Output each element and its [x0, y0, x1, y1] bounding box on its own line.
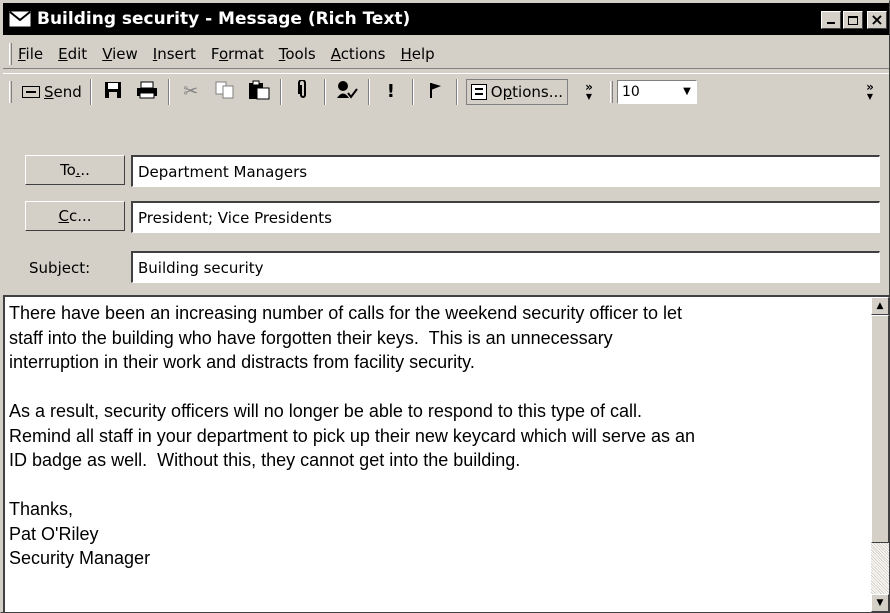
- toolbar-separator: [367, 78, 370, 105]
- save-button[interactable]: [100, 79, 126, 105]
- send-label: Send: [44, 82, 82, 101]
- toolbar-separator: [411, 78, 414, 105]
- maximize-icon: [848, 15, 858, 25]
- toolbar-grip[interactable]: [9, 80, 12, 103]
- menu-view[interactable]: View: [102, 45, 138, 63]
- cc-button[interactable]: Cc...: [25, 201, 125, 231]
- scroll-up-button[interactable]: ▲: [871, 297, 889, 315]
- chevron-up-icon: ▲: [876, 301, 884, 311]
- font-size-select[interactable]: 10 ▼: [617, 79, 697, 104]
- toolbar-overflow-button[interactable]: » ▼: [576, 79, 602, 105]
- to-field[interactable]: Department Managers: [131, 155, 880, 187]
- chevron-down-icon: ▼: [866, 91, 874, 101]
- title-bar[interactable]: Building security - Message (Rich Text) …: [3, 3, 889, 35]
- toolbar-overflow-icon: »: [866, 79, 874, 94]
- menu-file[interactable]: File: [18, 45, 43, 63]
- scroll-thumb[interactable]: [871, 315, 889, 543]
- menu-tools[interactable]: Tools: [279, 45, 316, 63]
- scroll-track[interactable]: [871, 543, 889, 594]
- flag-button[interactable]: [422, 79, 448, 105]
- copy-button[interactable]: [212, 79, 238, 105]
- check-names-icon: [335, 80, 359, 104]
- save-icon: [104, 81, 122, 103]
- envelope-icon: [9, 11, 31, 27]
- toolbar-separator: [167, 78, 170, 105]
- menu-help[interactable]: Help: [400, 45, 434, 63]
- cut-button[interactable]: ✂: [178, 79, 204, 105]
- paste-icon: [248, 80, 270, 104]
- toolbar-separator: [89, 78, 92, 105]
- attach-button[interactable]: [290, 78, 316, 105]
- to-button-label: To...: [60, 161, 90, 179]
- importance-high-button[interactable]: !: [378, 79, 404, 105]
- send-icon: [22, 85, 40, 98]
- options-label: Options...: [490, 82, 563, 101]
- send-button[interactable]: Send: [22, 79, 82, 105]
- chevron-down-icon: ▼: [876, 598, 884, 608]
- standard-toolbar: Send ✂ ! Options... » ▼ 10 ▼ » ▼: [3, 73, 889, 109]
- menu-grip[interactable]: [9, 42, 12, 65]
- chevron-down-icon: ▼: [683, 86, 691, 97]
- message-body[interactable]: There have been an increasing number of …: [3, 295, 889, 612]
- subject-field[interactable]: Building security: [131, 251, 880, 283]
- chevron-down-icon: ▼: [585, 91, 593, 101]
- options-icon: [470, 83, 487, 100]
- menu-format[interactable]: Format: [211, 45, 264, 63]
- minimize-icon: [827, 22, 835, 24]
- copy-icon: [215, 81, 235, 103]
- close-icon: ×: [870, 10, 884, 29]
- toolbar-separator: [323, 78, 326, 105]
- cut-icon: ✂: [183, 80, 199, 102]
- toolbar-grip[interactable]: [610, 80, 613, 103]
- scroll-down-button[interactable]: ▼: [871, 594, 889, 612]
- flag-icon: [428, 81, 442, 103]
- cc-button-label: Cc...: [58, 207, 92, 225]
- options-button[interactable]: Options...: [465, 78, 568, 105]
- message-window: Building security - Message (Rich Text) …: [0, 0, 890, 613]
- to-button[interactable]: To...: [25, 155, 125, 185]
- menu-insert[interactable]: Insert: [153, 45, 196, 63]
- print-icon: [136, 81, 158, 103]
- toolbar-separator: [279, 78, 282, 105]
- attach-icon: [297, 78, 309, 104]
- font-size-value: 10: [622, 83, 640, 100]
- print-button[interactable]: [134, 79, 160, 105]
- to-field-value: Department Managers: [138, 162, 308, 181]
- paste-button[interactable]: [246, 79, 272, 105]
- subject-label: Subject:: [29, 259, 91, 277]
- menu-edit[interactable]: Edit: [58, 45, 87, 63]
- menu-bar: File Edit View Insert Format Tools Actio…: [3, 39, 889, 69]
- cc-field-value: President; Vice Presidents: [138, 208, 332, 227]
- message-body-text: There have been an increasing number of …: [9, 303, 695, 568]
- importance-high-icon: !: [386, 80, 395, 102]
- maximize-button[interactable]: [843, 11, 863, 29]
- menu-actions[interactable]: Actions: [331, 45, 386, 63]
- vertical-scrollbar[interactable]: ▲ ▼: [871, 297, 889, 612]
- formatting-overflow-button[interactable]: » ▼: [857, 79, 883, 105]
- subject-field-value: Building security: [138, 258, 264, 277]
- check-names-button[interactable]: [334, 79, 360, 105]
- window-title: Building security - Message (Rich Text): [37, 9, 411, 29]
- close-button[interactable]: ×: [867, 11, 887, 29]
- toolbar-separator: [455, 78, 458, 105]
- minimize-button[interactable]: [821, 11, 841, 29]
- toolbar-overflow-icon: »: [585, 79, 593, 94]
- cc-field[interactable]: President; Vice Presidents: [131, 201, 880, 233]
